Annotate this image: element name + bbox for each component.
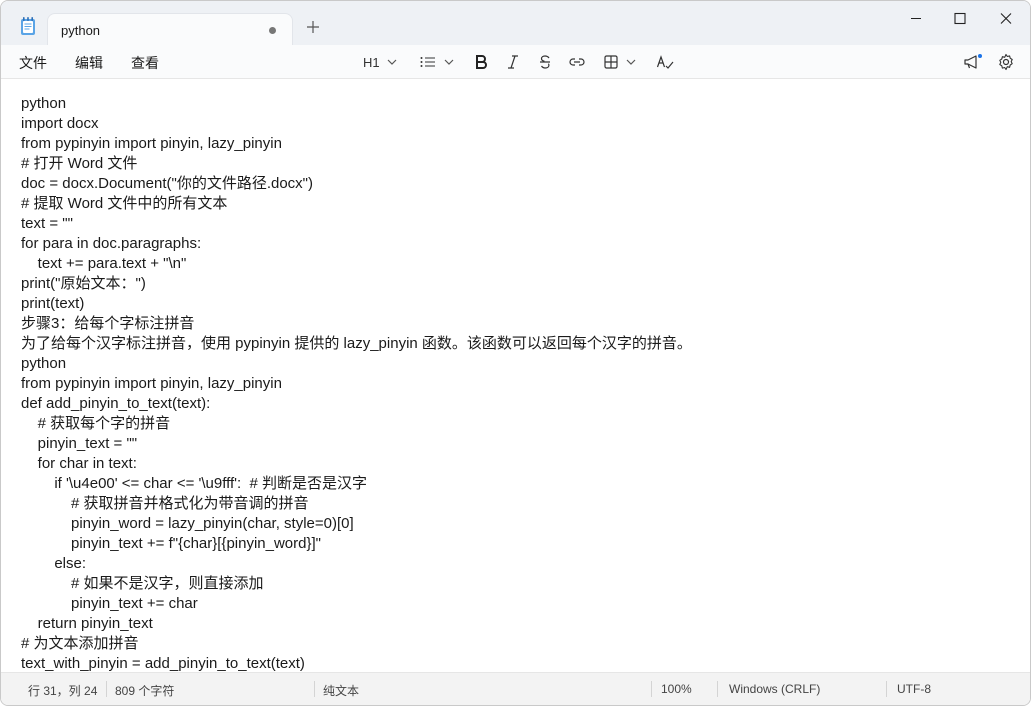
editor-line: python bbox=[21, 95, 67, 112]
editor-line: if '\u4e00' <= char <= '\u9fff': # 判断是否是… bbox=[21, 475, 368, 492]
settings-button[interactable] bbox=[997, 52, 1015, 72]
gear-icon bbox=[999, 53, 1013, 71]
strikethrough-button[interactable] bbox=[537, 52, 553, 72]
bold-button[interactable] bbox=[473, 52, 489, 72]
minimize-button[interactable] bbox=[893, 7, 939, 31]
title-bar: python bbox=[1, 1, 1030, 46]
editor-line: for para in doc.paragraphs: bbox=[21, 235, 202, 252]
maximize-button[interactable] bbox=[937, 7, 983, 31]
table-dropdown[interactable] bbox=[603, 52, 638, 72]
menu-file[interactable]: 文件 bbox=[19, 53, 47, 73]
notepad-app-icon bbox=[21, 17, 35, 35]
editor-line: text += para.text + "\n" bbox=[21, 255, 187, 272]
editor-line: return pinyin_text bbox=[21, 615, 153, 632]
status-divider bbox=[886, 681, 887, 697]
chevron-down-icon bbox=[626, 59, 636, 65]
minimize-icon bbox=[911, 17, 921, 20]
editor-line: from pypinyin import pinyin, lazy_pinyin bbox=[21, 135, 282, 152]
link-icon bbox=[569, 58, 585, 66]
tab-title: python bbox=[61, 23, 101, 38]
maximize-icon bbox=[954, 12, 966, 25]
italic-icon bbox=[508, 55, 518, 69]
megaphone-icon bbox=[964, 54, 982, 69]
status-divider bbox=[314, 681, 315, 697]
editor-line: pinyin_word = lazy_pinyin(char, style=0)… bbox=[21, 515, 354, 532]
clear-formatting-button[interactable] bbox=[656, 52, 674, 72]
chevron-down-icon bbox=[444, 59, 454, 65]
tab-python[interactable]: python bbox=[47, 13, 293, 46]
italic-button[interactable] bbox=[505, 52, 521, 72]
encoding[interactable]: UTF-8 bbox=[897, 682, 931, 696]
clear-formatting-icon bbox=[656, 55, 674, 69]
close-button[interactable] bbox=[983, 7, 1029, 31]
editor-line: text_with_pinyin = add_pinyin_to_text(te… bbox=[21, 655, 305, 672]
editor-line: import docx bbox=[21, 115, 99, 132]
link-button[interactable] bbox=[568, 52, 586, 72]
announcement-button[interactable] bbox=[963, 52, 983, 72]
editor-line: 步骤3：给每个字标注拼音 bbox=[21, 315, 195, 332]
text-editor[interactable]: python import docx from pypinyin import pi… bbox=[1, 79, 1030, 672]
editor-line: for char in text: bbox=[21, 455, 137, 472]
close-icon bbox=[1000, 13, 1012, 24]
heading-label: H1 bbox=[363, 54, 380, 70]
editor-line: print(text) bbox=[21, 295, 85, 312]
editor-line: # 如果不是汉字，则直接添加 bbox=[21, 575, 264, 592]
new-tab-button[interactable] bbox=[304, 18, 322, 36]
unsaved-indicator-icon[interactable] bbox=[269, 27, 276, 34]
text-format[interactable]: 纯文本 bbox=[323, 682, 359, 699]
table-icon bbox=[604, 55, 618, 69]
cursor-position[interactable]: 行 31，列 24 bbox=[28, 682, 97, 699]
editor-line: # 打开 Word 文件 bbox=[21, 155, 138, 172]
list-dropdown[interactable] bbox=[419, 52, 456, 72]
chevron-down-icon bbox=[387, 59, 397, 65]
character-count: 809 个字符 bbox=[115, 684, 175, 698]
status-divider bbox=[717, 681, 718, 697]
notepad-window: python 文件 编辑 查看 H1 python import docx fr… bbox=[0, 0, 1031, 706]
plus-icon bbox=[307, 21, 319, 33]
heading-dropdown[interactable]: H1 bbox=[363, 52, 399, 72]
editor-line: pinyin_text = "" bbox=[21, 435, 138, 452]
editor-line: print("原始文本：") bbox=[21, 275, 146, 292]
zoom-level[interactable]: 100% bbox=[661, 682, 692, 696]
editor-line: # 获取拼音并格式化为带音调的拼音 bbox=[21, 495, 309, 512]
editor-line: pinyin_text += char bbox=[21, 595, 198, 612]
status-divider bbox=[106, 681, 107, 697]
editor-line: def add_pinyin_to_text(text): bbox=[21, 395, 211, 412]
bulleted-list-icon bbox=[420, 57, 435, 67]
editor-line: python bbox=[21, 355, 67, 372]
menu-bar: 文件 编辑 查看 H1 bbox=[1, 45, 1030, 79]
editor-line: text = "" bbox=[21, 215, 73, 232]
editor-line: else: bbox=[21, 555, 87, 572]
bold-icon bbox=[476, 55, 487, 69]
editor-line: from pypinyin import pinyin, lazy_pinyin bbox=[21, 375, 282, 392]
strikethrough-icon bbox=[540, 55, 550, 69]
menu-view[interactable]: 查看 bbox=[131, 53, 159, 73]
menu-edit[interactable]: 编辑 bbox=[75, 53, 103, 73]
line-ending[interactable]: Windows (CRLF) bbox=[729, 682, 820, 696]
editor-line: doc = docx.Document("你的文件路径.docx") bbox=[21, 175, 313, 192]
editor-line: pinyin_text += f"{char}[{pinyin_word}]" bbox=[21, 535, 321, 552]
editor-line: # 提取 Word 文件中的所有文本 bbox=[21, 195, 228, 212]
editor-line: 为了给每个汉字标注拼音，使用 pypinyin 提供的 lazy_pinyin … bbox=[21, 335, 692, 352]
editor-line: # 获取每个字的拼音 bbox=[21, 415, 171, 432]
status-bar: 行 31，列 24 809 个字符 纯文本 100% Windows (CRLF… bbox=[1, 672, 1030, 705]
editor-line: # 为文本添加拼音 bbox=[21, 635, 139, 652]
status-divider bbox=[651, 681, 652, 697]
